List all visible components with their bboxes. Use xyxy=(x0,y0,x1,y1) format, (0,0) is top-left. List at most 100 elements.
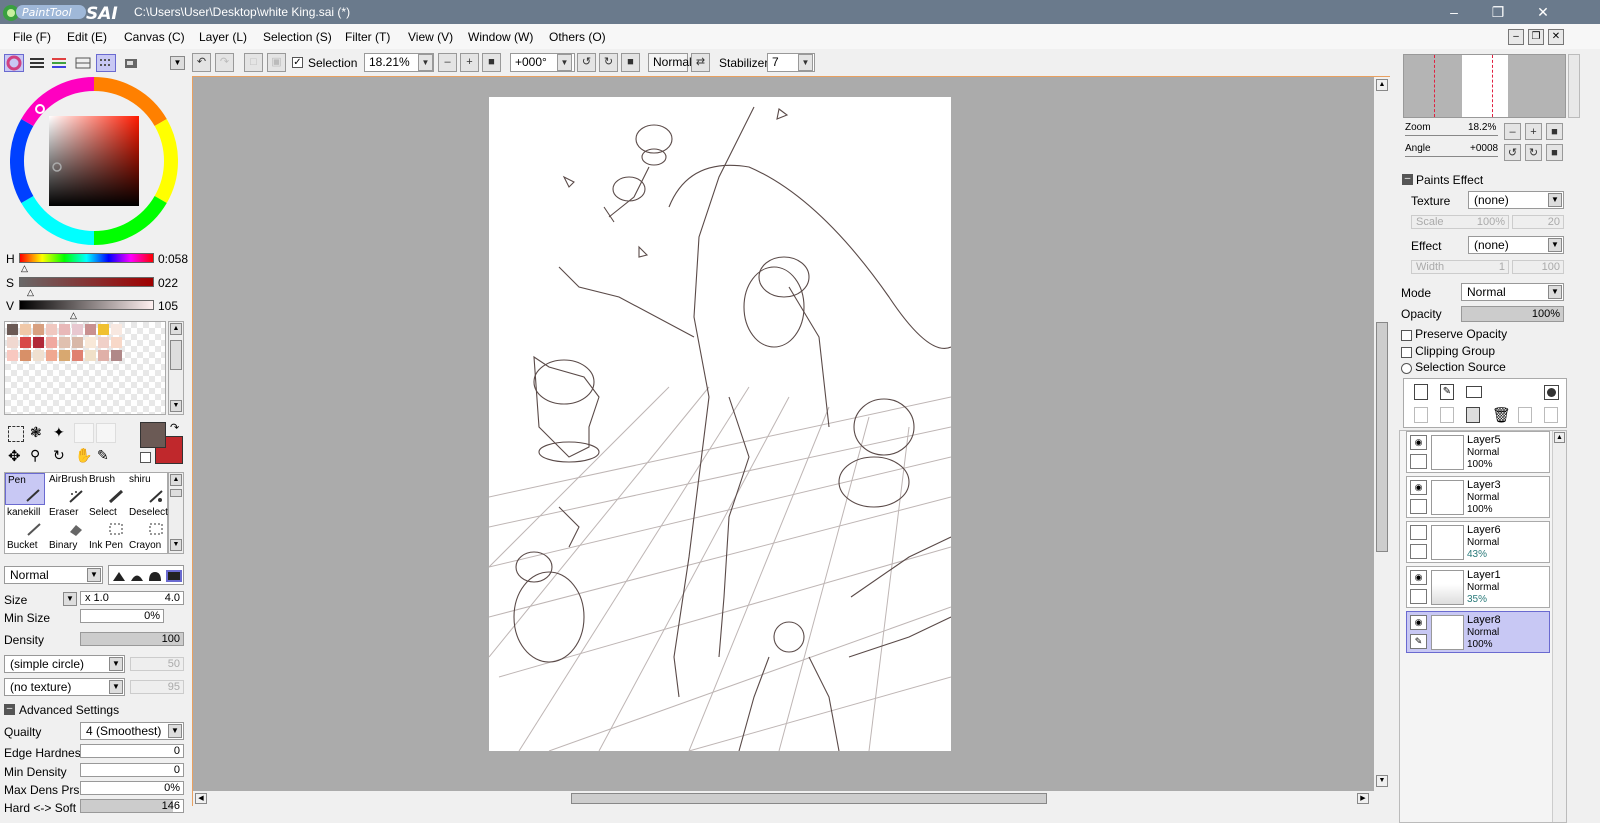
color-swatch[interactable] xyxy=(85,337,96,348)
menu-window[interactable]: Window (W) xyxy=(468,30,533,44)
mdi-minimize-icon[interactable]: – xyxy=(1508,29,1524,45)
max-dens-prs-slider[interactable]: 0% xyxy=(80,781,184,795)
rotate-right-icon[interactable]: ↻ xyxy=(599,53,618,72)
density-slider[interactable]: 100 xyxy=(80,632,184,646)
brush-texture-select[interactable]: (no texture) ▼ xyxy=(4,678,125,696)
nav-rotate-right-icon[interactable]: ↻ xyxy=(1525,144,1542,161)
maximize-icon[interactable]: ❐ xyxy=(1475,0,1521,24)
zoom-icon[interactable]: ⚲ xyxy=(30,447,40,464)
color-swatch[interactable] xyxy=(7,324,18,335)
redo-icon[interactable]: ↷ xyxy=(215,53,234,72)
selection-source-radio[interactable]: Selection Source xyxy=(1401,360,1506,374)
flip-horizontal-icon[interactable]: ⇄ xyxy=(691,53,710,72)
zoom-in-icon[interactable]: + xyxy=(460,53,479,72)
layer-item[interactable]: Layer6 Normal 43% xyxy=(1406,521,1550,563)
selection-checkbox[interactable]: ✓ xyxy=(292,56,303,68)
zoom-dropdown-icon[interactable]: ▼ xyxy=(418,54,433,71)
clipping-group-checkbox[interactable]: Clipping Group xyxy=(1401,344,1495,358)
rotate-icon[interactable]: ↻ xyxy=(53,447,65,464)
layer-opacity-slider[interactable]: 100% xyxy=(1461,306,1564,322)
move-icon[interactable]: ✥ xyxy=(8,447,21,465)
mixer-mode-icon[interactable] xyxy=(74,55,92,71)
color-swatch[interactable] xyxy=(20,350,31,361)
navigator-preview[interactable] xyxy=(1403,54,1566,118)
rect-select-icon[interactable] xyxy=(8,426,24,442)
canvas-vertical-scrollbar[interactable]: ▲ ▼ xyxy=(1374,77,1390,791)
brush-shape-selector[interactable] xyxy=(108,565,184,585)
close-icon[interactable]: ✕ xyxy=(1520,0,1566,24)
layer-mask-icon[interactable] xyxy=(1544,385,1559,400)
swatch-grid[interactable] xyxy=(4,321,166,415)
color-swatch[interactable] xyxy=(59,337,70,348)
min-size-slider[interactable]: 0% xyxy=(80,609,164,623)
rotate-left-icon[interactable]: ↺ xyxy=(577,53,596,72)
layer-item[interactable]: ◉ Layer1 Normal 35% xyxy=(1406,566,1550,608)
deselect-icon[interactable]: □ xyxy=(244,53,263,72)
lasso-icon[interactable]: ❃ xyxy=(30,424,42,441)
color-swatch[interactable] xyxy=(72,337,83,348)
panel-menu-icon[interactable]: ▼ xyxy=(170,56,185,70)
menu-layer[interactable]: Layer (L) xyxy=(199,30,247,44)
invert-selection-icon[interactable]: ▣ xyxy=(267,53,286,72)
color-swatch[interactable] xyxy=(111,324,122,335)
nav-zoom-reset-icon[interactable]: ■ xyxy=(1546,123,1563,140)
edge-hardness-slider[interactable]: 0 xyxy=(80,744,184,758)
value-slider[interactable] xyxy=(19,300,154,310)
layer-item-selected[interactable]: ◉ ✎ Layer8 Normal 100% xyxy=(1406,611,1550,653)
color-swatch[interactable] xyxy=(33,337,44,348)
layer-lock-toggle[interactable] xyxy=(1410,454,1427,469)
tool-shiru[interactable]: shiru xyxy=(127,473,167,505)
pen-edit-icon[interactable]: ✎ xyxy=(1410,634,1427,649)
color-swatch[interactable] xyxy=(98,337,109,348)
visibility-eye-icon[interactable]: ◉ xyxy=(1410,480,1427,495)
color-swatch[interactable] xyxy=(46,337,57,348)
color-swatch[interactable] xyxy=(20,337,31,348)
merge-down-icon[interactable] xyxy=(1440,407,1454,423)
paints-effect-collapse-icon[interactable]: – xyxy=(1402,174,1413,185)
undo-icon[interactable]: ↶ xyxy=(192,53,211,72)
delete-layer-icon[interactable]: 🗑 xyxy=(1492,406,1511,424)
tool-airbrush[interactable]: AirBrush xyxy=(47,473,87,505)
tool-scrollbar[interactable]: ▲ ▼ xyxy=(168,472,184,554)
menu-file[interactable]: File (F) xyxy=(13,30,51,44)
color-swatch[interactable] xyxy=(85,324,96,335)
preserve-opacity-checkbox[interactable]: Preserve Opacity xyxy=(1401,327,1507,341)
texture-select[interactable]: (none) ▼ xyxy=(1468,191,1564,209)
size-multiplier-dropdown-icon[interactable]: ▼ xyxy=(63,592,77,606)
color-swatch[interactable] xyxy=(111,350,122,361)
menu-canvas[interactable]: Canvas (C) xyxy=(124,30,185,44)
color-swatch[interactable] xyxy=(33,324,44,335)
collapse-icon[interactable]: – xyxy=(4,704,15,715)
tool-brush[interactable]: Brush xyxy=(87,473,127,505)
color-swatch[interactable] xyxy=(7,337,18,348)
hue-slider-thumb-icon[interactable]: △ xyxy=(21,263,28,274)
color-swatch[interactable] xyxy=(111,337,122,348)
new-linework-layer-icon[interactable]: ✎ xyxy=(1440,384,1454,400)
min-density-slider[interactable]: 0 xyxy=(80,763,184,777)
visibility-eye-icon[interactable] xyxy=(1410,525,1427,540)
advanced-settings-header[interactable]: Advanced Settings xyxy=(19,703,119,717)
color-swatch[interactable] xyxy=(85,350,96,361)
magic-wand-icon[interactable]: ✦ xyxy=(53,424,65,441)
effect-select[interactable]: (none) ▼ xyxy=(1468,236,1564,254)
tool-select[interactable]: Select xyxy=(87,506,127,538)
angle-dropdown-icon[interactable]: ▼ xyxy=(557,54,572,71)
tool-deselect[interactable]: Deselect xyxy=(127,506,168,538)
nav-rotate-reset-icon[interactable]: ■ xyxy=(1546,144,1563,161)
brush-blend-mode-select[interactable]: Normal ▼ xyxy=(4,566,103,584)
color-swatch[interactable] xyxy=(46,350,57,361)
navigator-scrollbar[interactable] xyxy=(1568,54,1580,118)
color-swatch[interactable] xyxy=(72,350,83,361)
color-swatch[interactable] xyxy=(98,350,109,361)
color-swatch[interactable] xyxy=(20,324,31,335)
color-swatch[interactable] xyxy=(59,324,70,335)
tool-bucket[interactable]: Bucket xyxy=(5,539,45,555)
value-slider-thumb-icon[interactable]: △ xyxy=(70,310,77,321)
layer-lock-toggle[interactable] xyxy=(1410,499,1427,514)
color-picker-icon[interactable]: ✎ xyxy=(97,447,109,464)
color-wheel[interactable] xyxy=(9,77,179,245)
swap-colors-icon[interactable]: ↷ xyxy=(170,421,179,434)
merge-group-icon[interactable] xyxy=(1544,407,1558,423)
layer-lock-toggle[interactable] xyxy=(1410,589,1427,604)
nav-zoom-out-icon[interactable]: – xyxy=(1504,123,1521,140)
